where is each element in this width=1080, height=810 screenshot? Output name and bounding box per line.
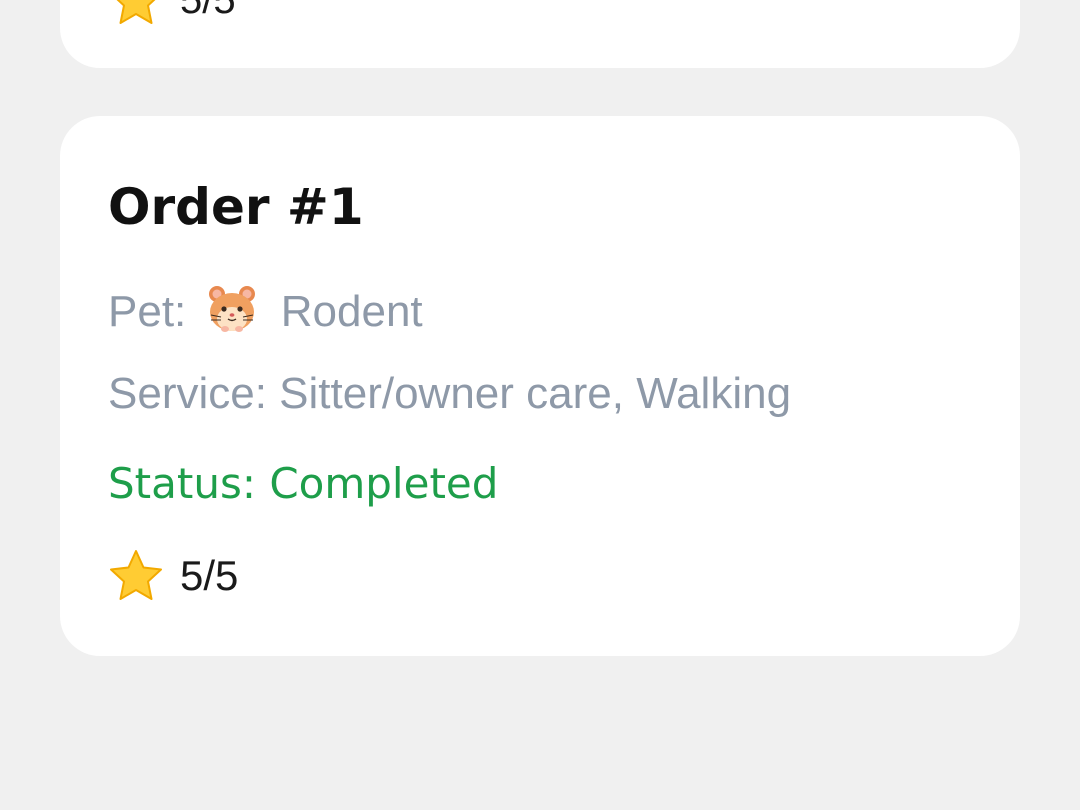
previous-order-card[interactable]: 5/5	[60, 0, 1020, 68]
order-rating-value: 5/5	[180, 552, 239, 599]
hamster-icon	[208, 286, 255, 332]
status-badge: Status: Completed	[108, 459, 499, 508]
star-icon	[116, 0, 156, 24]
order-rating: 5/5	[108, 548, 238, 604]
pet-label: Pet:	[108, 287, 187, 336]
star-icon	[110, 550, 162, 600]
previous-order-rating: 5/5	[108, 0, 236, 24]
order-title: Order #1	[108, 178, 364, 236]
previous-order-rating-value: 5/5	[180, 0, 236, 23]
pet-line: Pet: Rodent	[108, 282, 423, 340]
service-line: Service: Sitter/owner care, Walking	[108, 369, 792, 418]
order-card[interactable]: Order #1 Pet: Rodent Service: Sitter/own…	[60, 116, 1020, 656]
pet-value: Rodent	[280, 287, 423, 336]
